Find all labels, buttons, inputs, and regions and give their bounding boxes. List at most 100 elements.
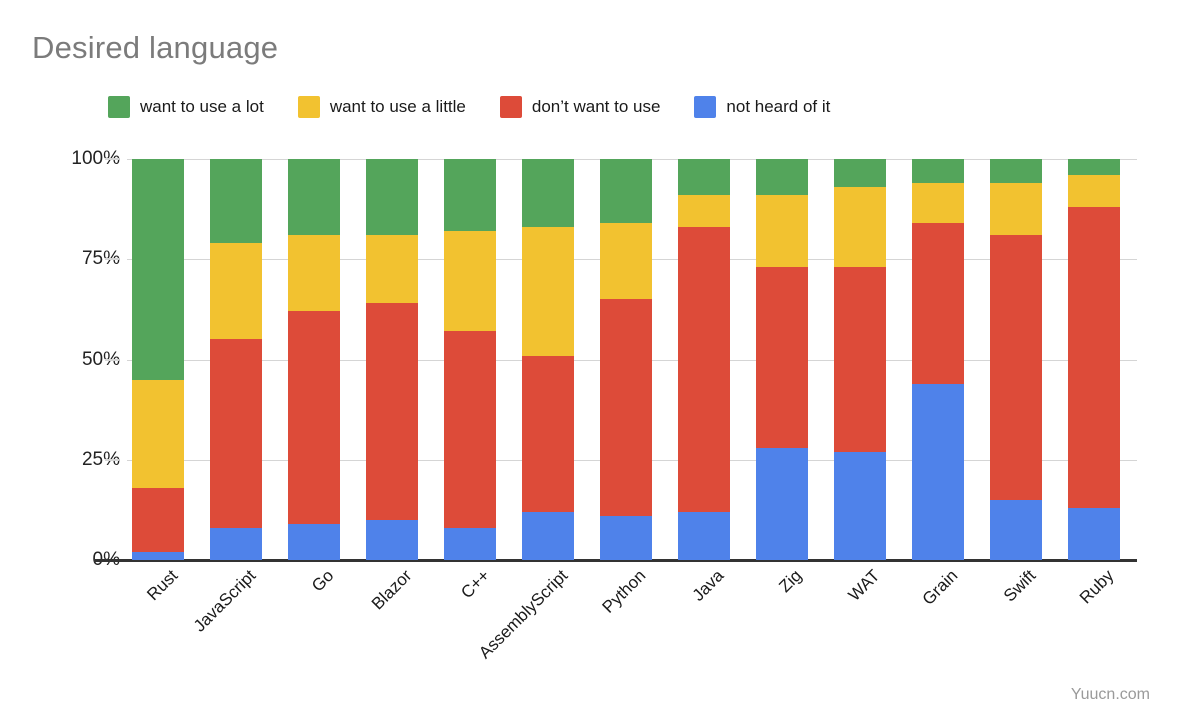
legend-label: not heard of it [726,97,831,116]
bar-segment[interactable] [834,159,886,188]
bar-segment[interactable] [132,159,184,380]
x-axis-label-text: Blazor [367,566,416,614]
bar-segment[interactable] [288,523,340,560]
bar-c-[interactable] [444,159,496,560]
bar-segment[interactable] [834,187,886,268]
bar-segment[interactable] [912,183,964,224]
bar-segment[interactable] [912,159,964,184]
x-axis-label: Grain [919,566,963,610]
bar-segment[interactable] [756,159,808,196]
bar-segment[interactable] [444,331,496,528]
bar-segment[interactable] [210,243,262,340]
x-axis-label-text: JavaScript [189,566,260,636]
chart-title: Desired language [32,30,279,65]
bar-wat[interactable] [834,159,886,560]
x-axis-label-text: Rust [143,566,182,605]
x-axis-label: Java [689,566,729,606]
bar-grain[interactable] [912,159,964,560]
bar-segment[interactable] [990,235,1042,500]
bar-segment[interactable] [366,235,418,304]
bar-segment[interactable] [912,383,964,560]
chart-legend: want to use a lot want to use a little don… [108,96,830,118]
bar-segment[interactable] [132,379,184,488]
bar-segment[interactable] [912,223,964,384]
legend-item[interactable]: want to use a little [297,96,466,118]
x-axis-label-text: Zig [775,566,806,597]
bar-segment[interactable] [210,527,262,560]
bar-segment[interactable] [444,231,496,332]
x-axis-label-text: Grain [918,566,962,609]
bar-go[interactable] [288,159,340,560]
bar-rust[interactable] [132,159,184,560]
bar-segment[interactable] [1068,507,1120,560]
bar-segment[interactable] [522,227,574,356]
bar-segment[interactable] [366,303,418,520]
x-axis-label-text: Java [688,566,728,605]
bar-segment[interactable] [600,515,652,560]
bar-segment[interactable] [366,519,418,560]
bar-segment[interactable] [834,451,886,560]
legend-label: want to use a lot [140,97,264,116]
bar-segment[interactable] [1068,159,1120,176]
bar-zig[interactable] [756,159,808,560]
bar-segment[interactable] [990,159,1042,184]
bar-segment[interactable] [522,355,574,512]
x-axis-label: Zig [775,566,806,597]
y-axis-tick-mark [105,358,119,361]
bar-segment[interactable] [678,511,730,560]
x-axis-label: Go [308,566,338,596]
bar-segment[interactable] [834,267,886,452]
x-axis-label-text: Python [598,566,650,617]
bar-segment[interactable] [678,195,730,228]
bar-segment[interactable] [288,159,340,236]
bar-python[interactable] [600,159,652,560]
x-axis-labels: Rust JavaScript Go Blazor C++ AssemblyScript P… [127,566,1137,676]
bar-segment[interactable] [678,227,730,512]
bar-segment[interactable] [1068,207,1120,508]
x-axis-label-text: Swift [999,566,1040,606]
bar-segment[interactable] [444,159,496,232]
x-axis-label-text: C++ [457,566,494,603]
bar-blazor[interactable] [366,159,418,560]
bar-segment[interactable] [678,159,730,196]
legend-swatch-want-a-little [297,96,320,118]
bar-segment[interactable] [990,183,1042,236]
bar-segment[interactable] [210,339,262,528]
x-axis-label: Rust [143,566,182,605]
bar-segment[interactable] [600,223,652,300]
bar-segment[interactable] [756,447,808,560]
bar-segment[interactable] [366,159,418,236]
bar-segment[interactable] [444,527,496,560]
bar-segment[interactable] [756,267,808,448]
legend-item[interactable]: don’t want to use [499,96,660,118]
bar-segment[interactable] [522,159,574,228]
bar-javascript[interactable] [210,159,262,560]
watermark: Yuucn.com [1070,686,1150,703]
bar-segment[interactable] [600,299,652,516]
bar-segment[interactable] [288,235,340,312]
bar-ruby[interactable] [1068,159,1120,560]
bar-assemblyscript[interactable] [522,159,574,560]
bar-segment[interactable] [210,159,262,244]
bar-segment[interactable] [132,487,184,552]
legend-item[interactable]: want to use a lot [108,96,264,118]
bar-segment[interactable] [600,159,652,224]
x-axis-label: JavaScript [190,566,260,636]
legend-swatch-want-a-lot [108,96,130,118]
bar-segment[interactable] [1068,175,1120,208]
x-axis-label: Ruby [1076,566,1118,608]
bar-swift[interactable] [990,159,1042,560]
legend-label: want to use a little [329,97,466,116]
bar-java[interactable] [678,159,730,560]
bar-segment[interactable] [288,311,340,524]
legend-item[interactable]: not heard of it [694,96,830,118]
bar-segment[interactable] [132,551,184,560]
y-axis-tick-mark [105,158,119,160]
x-axis-label: Python [599,566,651,618]
bar-segment[interactable] [522,511,574,560]
x-axis-label-text: Go [307,566,338,596]
chart-container: Desired language want to use a lot want t… [0,0,1178,716]
x-axis-label: C++ [457,566,494,603]
bar-segment[interactable] [756,195,808,268]
bar-segment[interactable] [990,499,1042,560]
